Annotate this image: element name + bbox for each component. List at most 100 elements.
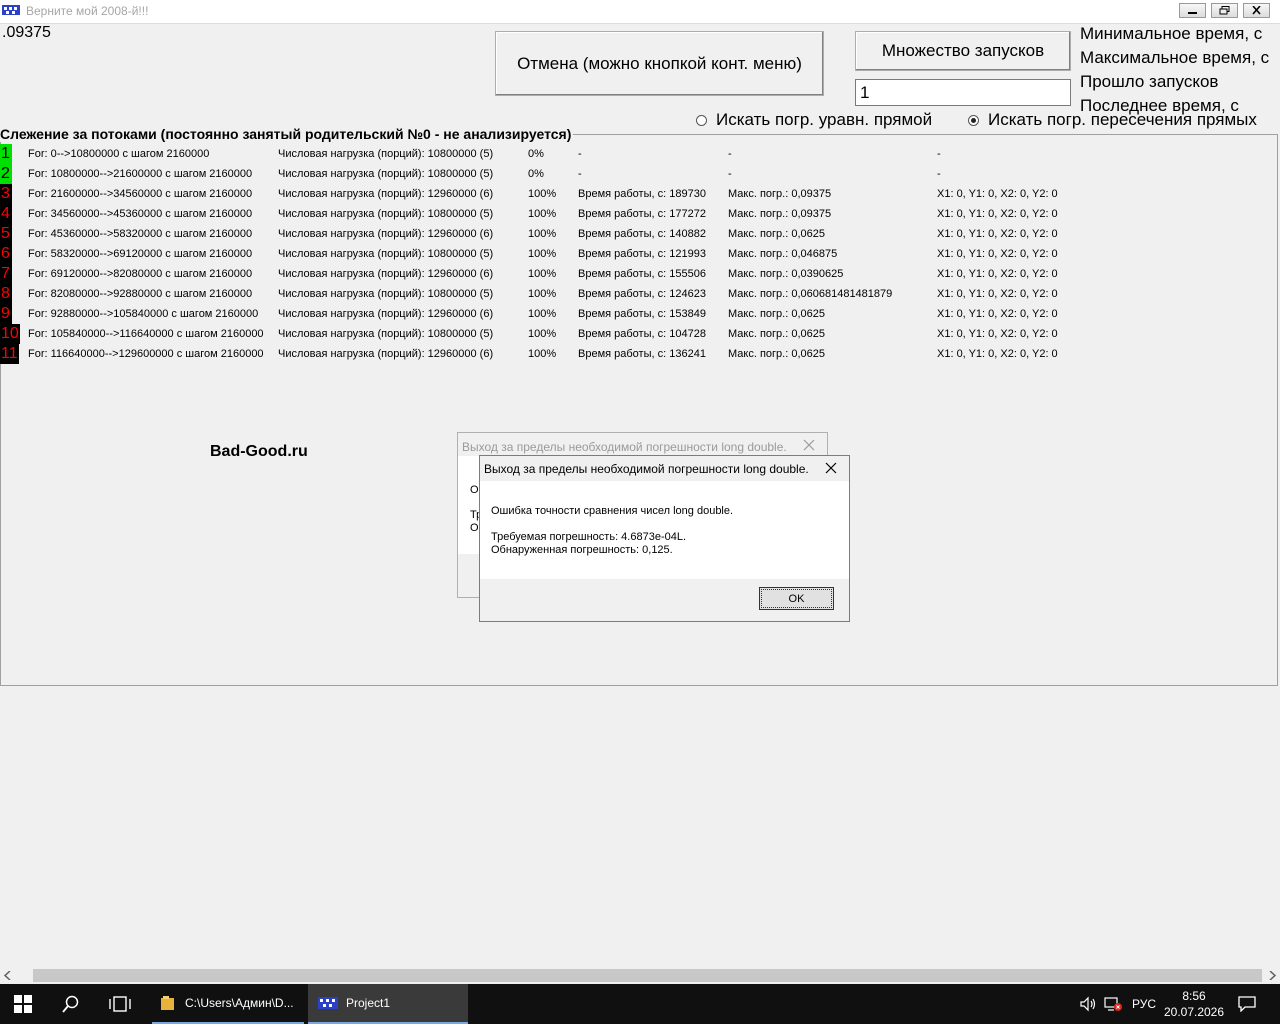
thread-load: Числовая нагрузка (порций): 12960000 (6) [278, 188, 494, 200]
error-dialog-body: Ошибка точности сравнения чисел long dou… [480, 481, 849, 579]
thread-row: 9 For: 92880000-->105840000 с шагом 21600… [0, 304, 1270, 324]
thread-time: Время работы, с: 155506 [578, 268, 706, 280]
radio-line-equation-indicator[interactable] [696, 114, 707, 126]
thread-row: 2 For: 10800000-->21600000 с шагом 216000… [0, 164, 1270, 184]
scroll-right-icon[interactable] [1268, 971, 1276, 980]
thread-row: 1 For: 0-->10800000 с шагом 2160000 Числов… [0, 144, 1270, 164]
error-dialog-title: Выход за пределы необходимой погрешности… [484, 462, 809, 476]
thread-percent: 100% [528, 268, 557, 280]
multi-run-button[interactable]: Множество запусков [855, 31, 1071, 71]
ok-button-label: OK [788, 592, 805, 605]
task-view-button[interactable] [109, 984, 131, 1024]
notification-icon [1238, 996, 1256, 1012]
thread-time: Время работы, с: 140882 [578, 228, 706, 240]
error-dialog: Выход за пределы необходимой погрешности… [479, 455, 850, 622]
windows-logo-icon [14, 995, 32, 1013]
radio-line-intersection[interactable]: Искать погр. пересечения прямых [968, 110, 1257, 130]
thread-percent: 100% [528, 328, 557, 340]
error-dialog-found: Обнаруженная погрешность: 0,125. [491, 544, 673, 556]
threads-group-caption: Слежение за потоками (постоянно занятый … [0, 126, 574, 142]
thread-number-badge: 11 [0, 344, 19, 364]
taskbar: C:\Users\Админ\D... Project1 РУС 8:56 20… [0, 984, 1280, 1024]
thread-max-error: - [728, 168, 732, 180]
ok-button[interactable]: OK [759, 587, 834, 610]
thread-number-badge: 8 [0, 284, 12, 304]
error-dialog-message: Ошибка точности сравнения чисел long dou… [491, 505, 734, 517]
scroll-left-icon[interactable] [4, 971, 12, 980]
background-dialog-title: Выход за пределы необходимой погрешности… [462, 440, 787, 454]
thread-max-error: Макс. погр.: 0,060681481481879 [728, 288, 893, 300]
max-time-label: Максимальное время, с [1080, 48, 1270, 67]
thread-load: Числовая нагрузка (порций): 10800000 (5) [278, 168, 494, 180]
thread-coords: X1: 0, Y1: 0, X2: 0, Y2: 0 [937, 228, 1058, 240]
thread-number-badge: 4 [0, 204, 12, 224]
language-indicator[interactable]: РУС [1132, 984, 1156, 1024]
thread-range: For: 45360000-->58320000 с шагом 2160000 [28, 228, 253, 240]
thread-range: For: 92880000-->105840000 с шагом 216000… [28, 308, 259, 320]
search-icon [62, 995, 79, 1013]
thread-load: Числовая нагрузка (порций): 12960000 (6) [278, 268, 494, 280]
thread-number-badge: 2 [0, 164, 12, 184]
thread-number-badge: 7 [0, 264, 12, 284]
notifications-button[interactable] [1238, 984, 1256, 1024]
thread-row: 10 For: 105840000-->116640000 с шагом 216… [0, 324, 1270, 344]
thread-coords: X1: 0, Y1: 0, X2: 0, Y2: 0 [937, 308, 1058, 320]
window-title: Верните мой 2008-й!!! [26, 4, 149, 18]
radio-line-equation[interactable]: Искать погр. уравн. прямой [696, 110, 932, 130]
background-dialog-close-icon [803, 439, 815, 451]
thread-percent: 100% [528, 208, 557, 220]
min-time-label: Минимальное время, с [1080, 24, 1263, 43]
horizontal-scrollbar[interactable] [0, 967, 1280, 984]
thread-max-error: Макс. погр.: 0,0625 [728, 228, 825, 240]
thread-range: For: 10800000-->21600000 с шагом 2160000 [28, 168, 253, 180]
title-bar: Верните мой 2008-й!!! [0, 0, 1280, 24]
volume-button[interactable] [1080, 984, 1098, 1024]
app-task-label: Project1 [346, 996, 391, 1010]
thread-range: For: 58320000-->69120000 с шагом 2160000 [28, 248, 253, 260]
thread-max-error: Макс. погр.: 0,046875 [728, 248, 838, 260]
thread-number-badge: 5 [0, 224, 12, 244]
thread-max-error: Макс. погр.: 0,0625 [728, 348, 825, 360]
thread-percent: 100% [528, 308, 557, 320]
thread-time: - [578, 168, 582, 180]
thread-coords: X1: 0, Y1: 0, X2: 0, Y2: 0 [937, 248, 1058, 260]
clock[interactable]: 8:56 20.07.2026 [1164, 984, 1224, 1024]
start-button[interactable] [14, 984, 32, 1024]
thread-max-error: Макс. погр.: 0,0390625 [728, 268, 844, 280]
restore-icon [1219, 6, 1230, 15]
thread-row: 7 For: 69120000-->82080000 с шагом 216000… [0, 264, 1270, 284]
search-button[interactable] [62, 984, 80, 1024]
close-button[interactable] [1243, 3, 1270, 18]
runs-count-input[interactable] [855, 79, 1071, 106]
explorer-task-label: C:\Users\Админ\D... [185, 996, 294, 1010]
thread-coords: X1: 0, Y1: 0, X2: 0, Y2: 0 [937, 188, 1058, 200]
task-view-icon [109, 996, 131, 1012]
thread-coords: X1: 0, Y1: 0, X2: 0, Y2: 0 [937, 348, 1058, 360]
thread-row: 4 For: 34560000-->45360000 с шагом 216000… [0, 204, 1270, 224]
minimize-button[interactable] [1179, 3, 1206, 18]
network-button[interactable] [1104, 984, 1122, 1024]
thread-max-error: Макс. погр.: 0,09375 [728, 188, 832, 200]
error-dialog-close-icon[interactable] [825, 462, 837, 474]
restore-button[interactable] [1211, 3, 1238, 18]
thread-number-badge: 3 [0, 184, 12, 204]
thread-coords: X1: 0, Y1: 0, X2: 0, Y2: 0 [937, 208, 1058, 220]
thread-load: Числовая нагрузка (порций): 12960000 (6) [278, 228, 494, 240]
app-icon [2, 3, 20, 22]
thread-range: For: 0-->10800000 с шагом 2160000 [28, 148, 210, 160]
app-task[interactable]: Project1 [308, 984, 468, 1024]
scrollbar-thumb[interactable] [33, 969, 1262, 982]
thread-range: For: 69120000-->82080000 с шагом 2160000 [28, 268, 253, 280]
thread-time: - [578, 148, 582, 160]
radio-line-intersection-indicator[interactable] [968, 114, 979, 126]
explorer-task[interactable]: C:\Users\Админ\D... [152, 984, 304, 1024]
cancel-button[interactable]: Отмена (можно кнопкой конт. меню) [495, 31, 824, 96]
minimize-icon [1188, 12, 1197, 14]
network-error-icon [1104, 997, 1122, 1011]
thread-time: Время работы, с: 121993 [578, 248, 706, 260]
thread-row: 5 For: 45360000-->58320000 с шагом 216000… [0, 224, 1270, 244]
background-dialog-fragment-3: О [470, 522, 479, 534]
thread-time: Время работы, с: 104728 [578, 328, 706, 340]
thread-load: Числовая нагрузка (порций): 10800000 (5) [278, 288, 494, 300]
thread-time: Время работы, с: 153849 [578, 308, 706, 320]
